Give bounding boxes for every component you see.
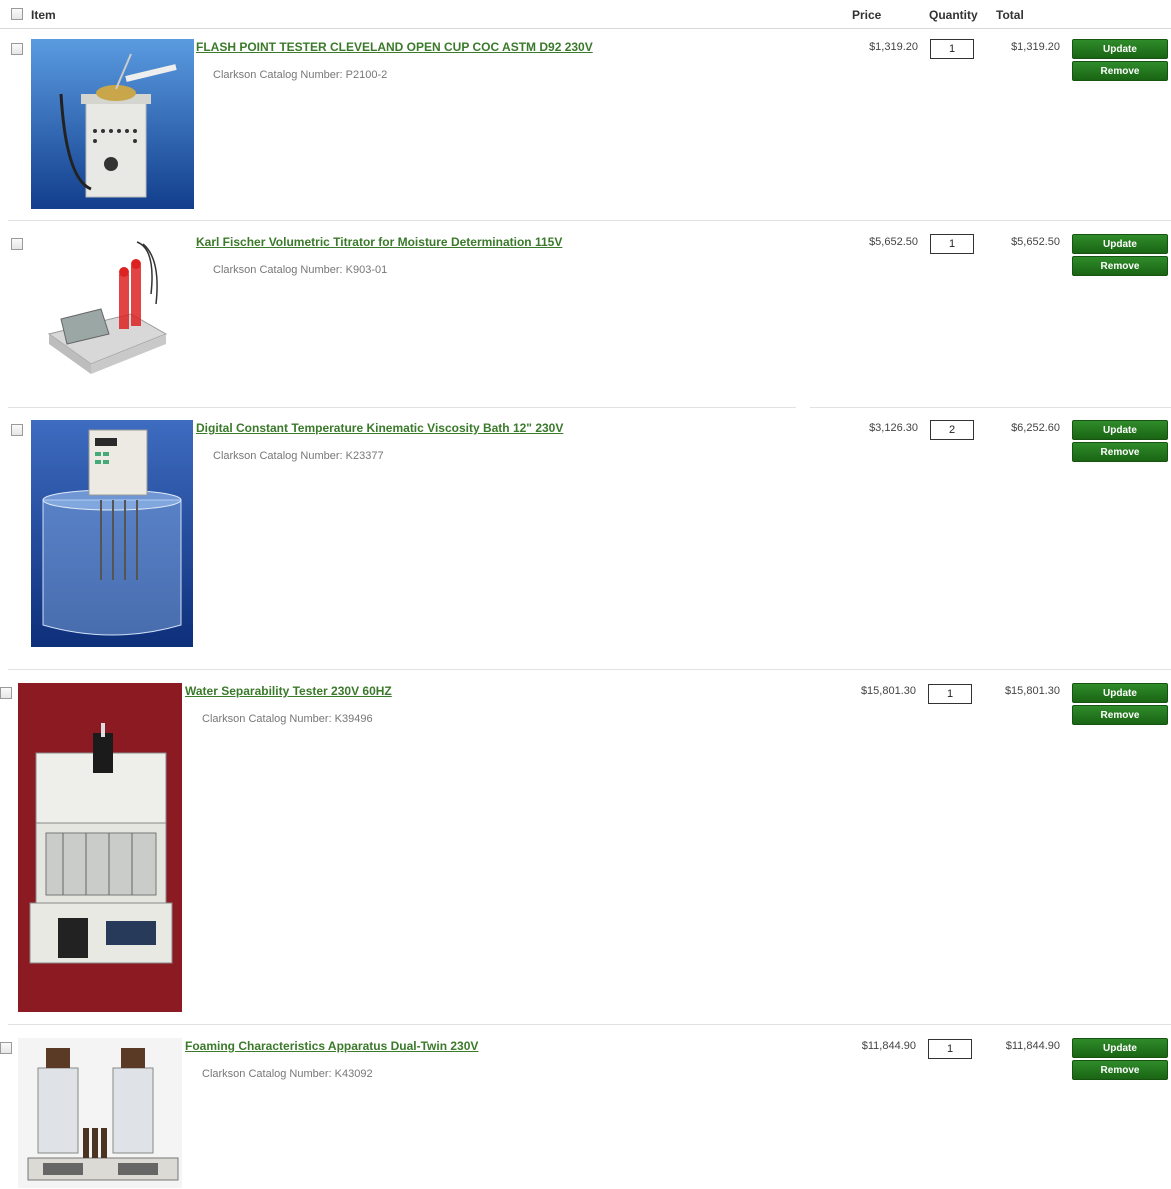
unit-price: $3,126.30: [869, 422, 918, 434]
catalog-number: Clarkson Catalog Number: K39496: [202, 713, 373, 725]
product-title-link[interactable]: FLASH POINT TESTER CLEVELAND OPEN CUP CO…: [196, 40, 593, 54]
product-title-link[interactable]: Karl Fischer Volumetric Titrator for Moi…: [196, 235, 562, 249]
product-image[interactable]: [18, 1038, 182, 1188]
unit-price: $11,844.90: [861, 1040, 916, 1052]
total-column-header: Total: [996, 8, 1024, 22]
catalog-number: Clarkson Catalog Number: K903-01: [213, 264, 388, 276]
unit-price: $15,801.30: [860, 685, 916, 697]
row-divider: [8, 669, 1171, 670]
product-image[interactable]: [18, 683, 182, 1012]
update-button[interactable]: Update: [1072, 683, 1168, 703]
row-checkbox[interactable]: [11, 424, 23, 436]
remove-button[interactable]: Remove: [1072, 256, 1168, 276]
quantity-input[interactable]: [928, 684, 972, 704]
product-title-link[interactable]: Foaming Characteristics Apparatus Dual-T…: [185, 1039, 478, 1053]
quantity-column-header: Quantity: [929, 8, 978, 22]
catalog-number: Clarkson Catalog Number: K23377: [213, 450, 384, 462]
update-button[interactable]: Update: [1072, 420, 1168, 440]
line-total: $11,844.90: [1005, 1040, 1060, 1052]
quantity-input[interactable]: [928, 1039, 972, 1059]
quantity-input[interactable]: [930, 420, 974, 440]
quantity-input[interactable]: [930, 39, 974, 59]
row-checkbox[interactable]: [0, 1042, 12, 1054]
unit-price: $5,652.50: [869, 236, 918, 248]
update-button[interactable]: Update: [1072, 39, 1168, 59]
remove-button[interactable]: Remove: [1072, 705, 1168, 725]
select-all-checkbox[interactable]: [11, 8, 23, 20]
product-title-link[interactable]: Water Separability Tester 230V 60HZ: [185, 684, 392, 698]
row-divider: [8, 1024, 1171, 1025]
unit-price: $1,319.20: [869, 41, 918, 53]
row-checkbox[interactable]: [0, 687, 12, 699]
price-column-header: Price: [852, 8, 882, 22]
row-divider: [810, 407, 1171, 408]
catalog-number: Clarkson Catalog Number: K43092: [202, 1068, 373, 1080]
quantity-input[interactable]: [930, 234, 974, 254]
line-total: $5,652.50: [1011, 236, 1060, 248]
line-total: $15,801.30: [1004, 685, 1060, 697]
cart-header: Item Price Quantity Total: [0, 0, 1171, 29]
remove-button[interactable]: Remove: [1072, 1060, 1168, 1080]
row-divider: [8, 220, 1171, 221]
product-image[interactable]: [31, 39, 194, 209]
remove-button[interactable]: Remove: [1072, 442, 1168, 462]
product-image[interactable]: [31, 234, 194, 384]
line-total: $6,252.60: [1011, 422, 1060, 434]
update-button[interactable]: Update: [1072, 234, 1168, 254]
product-image[interactable]: [31, 420, 193, 647]
row-divider: [8, 407, 796, 408]
row-checkbox[interactable]: [11, 43, 23, 55]
catalog-number: Clarkson Catalog Number: P2100-2: [213, 69, 388, 81]
product-title-link[interactable]: Digital Constant Temperature Kinematic V…: [196, 421, 563, 435]
remove-button[interactable]: Remove: [1072, 61, 1168, 81]
update-button[interactable]: Update: [1072, 1038, 1168, 1058]
row-checkbox[interactable]: [11, 238, 23, 250]
item-column-header: Item: [31, 8, 56, 22]
line-total: $1,319.20: [1011, 41, 1060, 53]
